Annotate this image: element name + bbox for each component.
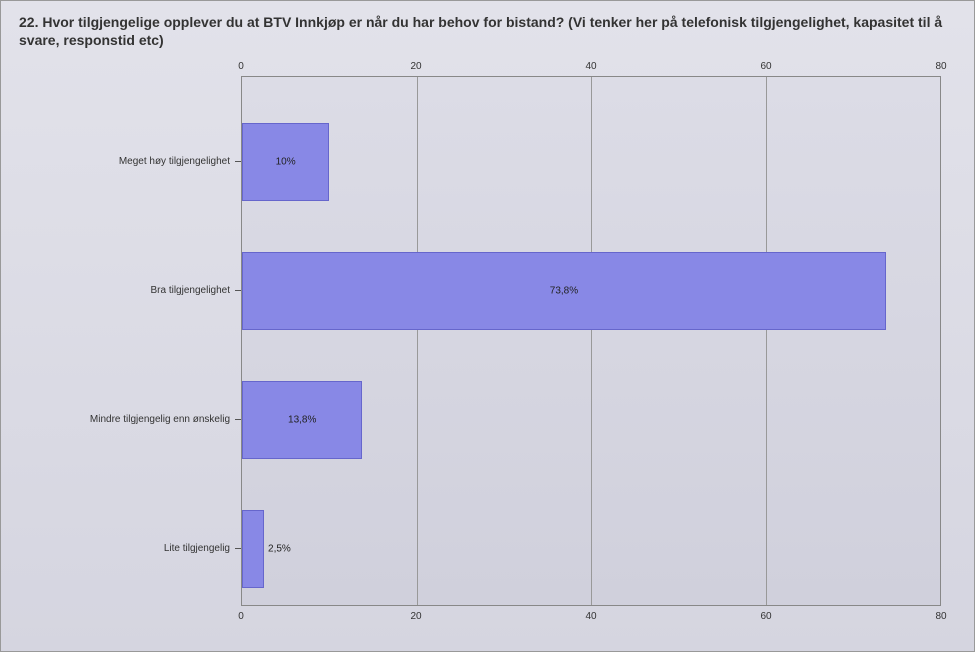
- grid-line: [591, 77, 592, 605]
- x-tick-bottom-1: 20: [410, 611, 421, 622]
- y-category-2: Mindre tilgjengelig enn ønskelig: [90, 414, 230, 425]
- y-category-3: Lite tilgjengelig: [164, 543, 230, 554]
- chart-title: 22. Hvor tilgjengelige opplever du at BT…: [19, 13, 956, 49]
- y-tick: [235, 548, 241, 549]
- bar-bra: 73,8%: [242, 252, 886, 330]
- chart-plot-area: 10% 73,8% 13,8% 2,5%: [241, 76, 941, 606]
- x-tick-bottom-2: 40: [585, 611, 596, 622]
- grid-line: [417, 77, 418, 605]
- y-tick: [235, 161, 241, 162]
- x-axis-top: 0 20 40 60 80: [241, 61, 941, 76]
- x-tick-bottom-3: 60: [760, 611, 771, 622]
- grid-line: [766, 77, 767, 605]
- bar-value-label: 10%: [276, 157, 296, 168]
- bar-meget-hoy: 10%: [242, 123, 329, 201]
- x-tick-top-0: 0: [238, 61, 244, 72]
- x-tick-top-2: 40: [585, 61, 596, 72]
- x-axis-bottom: 0 20 40 60 80: [241, 611, 941, 626]
- bar-lite: 2,5%: [242, 510, 264, 588]
- bar-mindre: 13,8%: [242, 381, 362, 459]
- x-tick-bottom-0: 0: [238, 611, 244, 622]
- chart-container: 22. Hvor tilgjengelige opplever du at BT…: [0, 0, 975, 652]
- x-tick-top-4: 80: [935, 61, 946, 72]
- bar-value-label: 73,8%: [550, 286, 578, 297]
- y-category-1: Bra tilgjengelighet: [151, 285, 231, 296]
- y-tick: [235, 290, 241, 291]
- bar-value-label: 13,8%: [288, 415, 316, 426]
- x-tick-bottom-4: 80: [935, 611, 946, 622]
- y-category-0: Meget høy tilgjengelighet: [119, 156, 230, 167]
- x-tick-top-1: 20: [410, 61, 421, 72]
- bar-value-label: 2,5%: [268, 544, 291, 555]
- y-tick: [235, 419, 241, 420]
- x-tick-top-3: 60: [760, 61, 771, 72]
